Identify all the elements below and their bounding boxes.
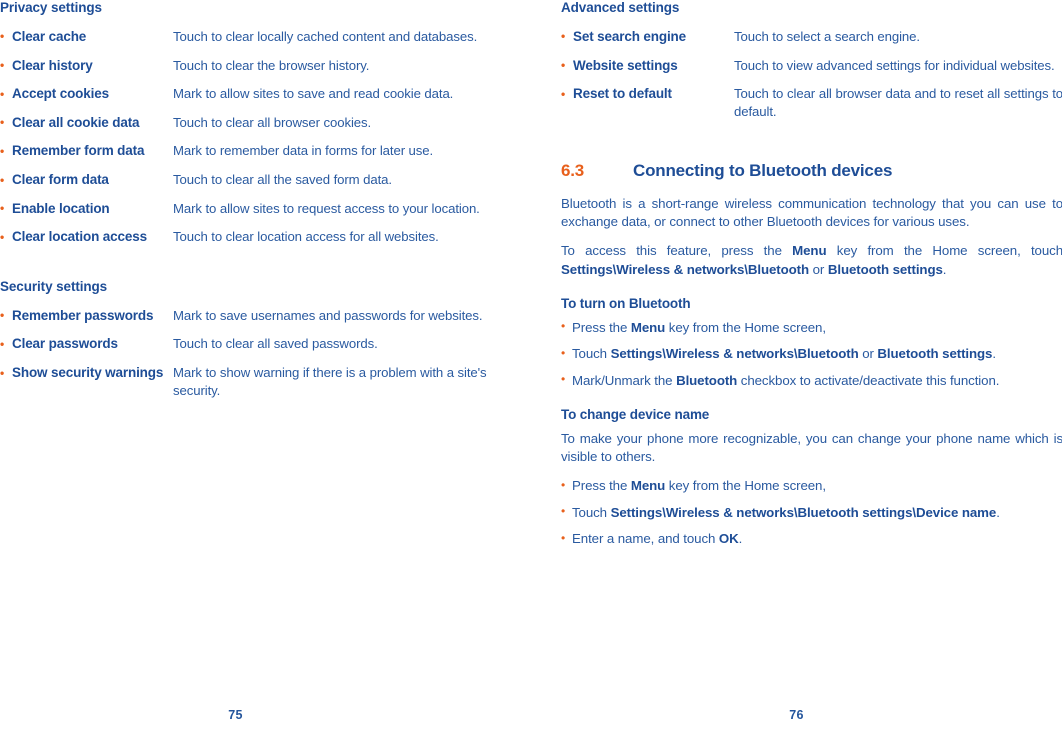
chapter-title: Connecting to Bluetooth devices <box>633 160 893 180</box>
privacy-settings-table: Clear cache Touch to clear locally cache… <box>0 27 502 257</box>
chapter-number: 6.3 <box>561 160 585 180</box>
term-cell: Clear form data <box>0 171 173 200</box>
setting-term: Clear all cookie data <box>0 113 167 133</box>
setting-term: Clear location access <box>0 228 167 247</box>
list-item: Touch Settings\Wireless & networks\Bluet… <box>561 345 1062 363</box>
security-settings-table: Remember passwords Mark to save username… <box>0 306 502 411</box>
term-cell: Clear location access <box>0 228 173 257</box>
desc-cell: Touch to clear all saved passwords. <box>173 335 502 364</box>
setting-description: Touch to clear all browser data and to r… <box>734 86 1062 120</box>
desc-cell: Mark to remember data in forms for later… <box>173 142 502 171</box>
change-name-paragraph: To make your phone more recognizable, yo… <box>561 430 1062 464</box>
left-column-content: Privacy settings Clear cache Touch to cl… <box>0 0 502 410</box>
table-row: Remember passwords Mark to save username… <box>0 306 502 336</box>
section-heading-security-settings: Security settings <box>0 278 108 294</box>
table-row: Clear cache Touch to clear locally cache… <box>0 27 502 57</box>
subheading-change-device-name: To change device name <box>561 407 710 423</box>
list-item: Touch Settings\Wireless & networks\Bluet… <box>561 503 1062 522</box>
section-heading-advanced-settings: Advanced settings <box>561 0 680 15</box>
setting-term: Enable location <box>0 199 167 219</box>
bluetooth-access-paragraph: To access this feature, press the Menu k… <box>561 243 1062 277</box>
table-row: Enable location Mark to allow sites to r… <box>0 199 502 229</box>
setting-term: Set search engine <box>561 27 728 47</box>
setting-description: Touch to clear all browser cookies. <box>173 114 372 130</box>
table-row: Clear location access Touch to clear loc… <box>0 228 502 257</box>
term-cell: Clear history <box>0 56 173 86</box>
term-cell: Accept cookies <box>0 85 173 114</box>
setting-term: Remember passwords <box>0 306 167 326</box>
list-item: Enter a name, and touch OK. <box>561 530 1062 548</box>
setting-term: Show security warnings <box>0 364 167 383</box>
table-row: Reset to default Touch to clear all brow… <box>561 85 1062 131</box>
section-heading-privacy-settings: Privacy settings <box>0 0 102 15</box>
desc-cell: Touch to clear all browser cookies. <box>173 114 502 143</box>
setting-description: Touch to clear locally cached content an… <box>173 28 478 44</box>
setting-description: Touch to clear location access for all w… <box>173 229 439 245</box>
setting-term: Reset to default <box>561 85 728 104</box>
setting-description: Touch to view advanced settings for indi… <box>734 57 1055 73</box>
setting-description: Mark to allow sites to save and read coo… <box>173 86 454 102</box>
change-device-name-steps: Press the Menu key from the Home screen,… <box>561 477 1062 548</box>
setting-term: Clear form data <box>0 171 167 190</box>
term-cell: Website settings <box>561 56 734 86</box>
list-item: Mark/Unmark the Bluetooth checkbox to ac… <box>561 371 1062 390</box>
page-number-left: 75 <box>228 708 243 722</box>
desc-cell: Touch to select a search engine. <box>734 28 1062 57</box>
table-row: Set search engine Touch to select a sear… <box>561 27 1062 57</box>
setting-description: Mark to remember data in forms for later… <box>173 143 434 159</box>
term-cell: Remember form data <box>0 142 173 171</box>
desc-cell: Mark to show warning if there is a probl… <box>173 364 502 410</box>
table-row: Show security warnings Mark to show warn… <box>0 364 502 410</box>
setting-term: Clear history <box>0 56 167 76</box>
desc-cell: Mark to save usernames and passwords for… <box>173 307 502 336</box>
table-row: Clear form data Touch to clear all the s… <box>0 171 502 200</box>
setting-description: Touch to clear the browser history. <box>173 57 370 73</box>
setting-term: Remember form data <box>0 142 167 161</box>
term-cell: Clear passwords <box>0 335 173 364</box>
setting-description: Mark to allow sites to request access to… <box>173 200 480 216</box>
setting-term: Accept cookies <box>0 85 167 104</box>
table-row: Website settings Touch to view advanced … <box>561 56 1062 86</box>
bluetooth-intro-paragraph: Bluetooth is a short-range wireless comm… <box>561 195 1062 230</box>
page-right: Advanced settings Set search engine Touc… <box>531 0 1062 732</box>
chapter-heading: 6.3 Connecting to Bluetooth devices <box>561 160 1062 182</box>
setting-description: Touch to clear all the saved form data. <box>173 172 392 187</box>
table-row: Clear all cookie data Touch to clear all… <box>0 113 502 143</box>
desc-cell: Touch to clear all browser data and to r… <box>734 85 1062 131</box>
term-cell: Show security warnings <box>0 364 173 410</box>
table-row: Clear history Touch to clear the browser… <box>0 56 502 86</box>
desc-cell: Touch to clear locally cached content an… <box>173 28 502 57</box>
page-number-right: 76 <box>789 708 804 722</box>
setting-description: Touch to select a search engine. <box>734 28 920 44</box>
desc-cell: Touch to clear the browser history. <box>173 57 502 86</box>
subheading-turn-on-bluetooth: To turn on Bluetooth <box>561 296 691 312</box>
term-cell: Set search engine <box>561 27 734 57</box>
term-cell: Enable location <box>0 199 173 229</box>
table-row: Clear passwords Touch to clear all saved… <box>0 335 502 364</box>
setting-term: Clear cache <box>0 27 167 47</box>
advanced-settings-table: Set search engine Touch to select a sear… <box>561 27 1062 132</box>
desc-cell: Mark to allow sites to save and read coo… <box>173 85 502 114</box>
setting-description: Mark to save usernames and passwords for… <box>173 307 483 323</box>
setting-term: Clear passwords <box>0 335 167 354</box>
term-cell: Remember passwords <box>0 306 173 336</box>
setting-term: Website settings <box>561 56 728 76</box>
table-row: Remember form data Mark to remember data… <box>0 142 502 171</box>
desc-cell: Touch to clear all the saved form data. <box>173 171 502 200</box>
setting-description: Mark to show warning if there is a probl… <box>173 365 487 399</box>
table-row: Accept cookies Mark to allow sites to sa… <box>0 85 502 114</box>
term-cell: Reset to default <box>561 85 734 131</box>
desc-cell: Mark to allow sites to request access to… <box>173 200 502 229</box>
term-cell: Clear cache <box>0 27 173 57</box>
term-cell: Clear all cookie data <box>0 113 173 143</box>
list-item: Press the Menu key from the Home screen, <box>561 477 1062 495</box>
list-item: Press the Menu key from the Home screen, <box>561 318 1062 337</box>
turn-on-bluetooth-steps: Press the Menu key from the Home screen,… <box>561 318 1062 390</box>
desc-cell: Touch to clear location access for all w… <box>173 228 502 257</box>
right-column-content: Advanced settings Set search engine Touc… <box>561 0 1062 549</box>
desc-cell: Touch to view advanced settings for indi… <box>734 57 1062 86</box>
setting-description: Touch to clear all saved passwords. <box>173 336 378 352</box>
page-left: Privacy settings Clear cache Touch to cl… <box>0 0 531 732</box>
